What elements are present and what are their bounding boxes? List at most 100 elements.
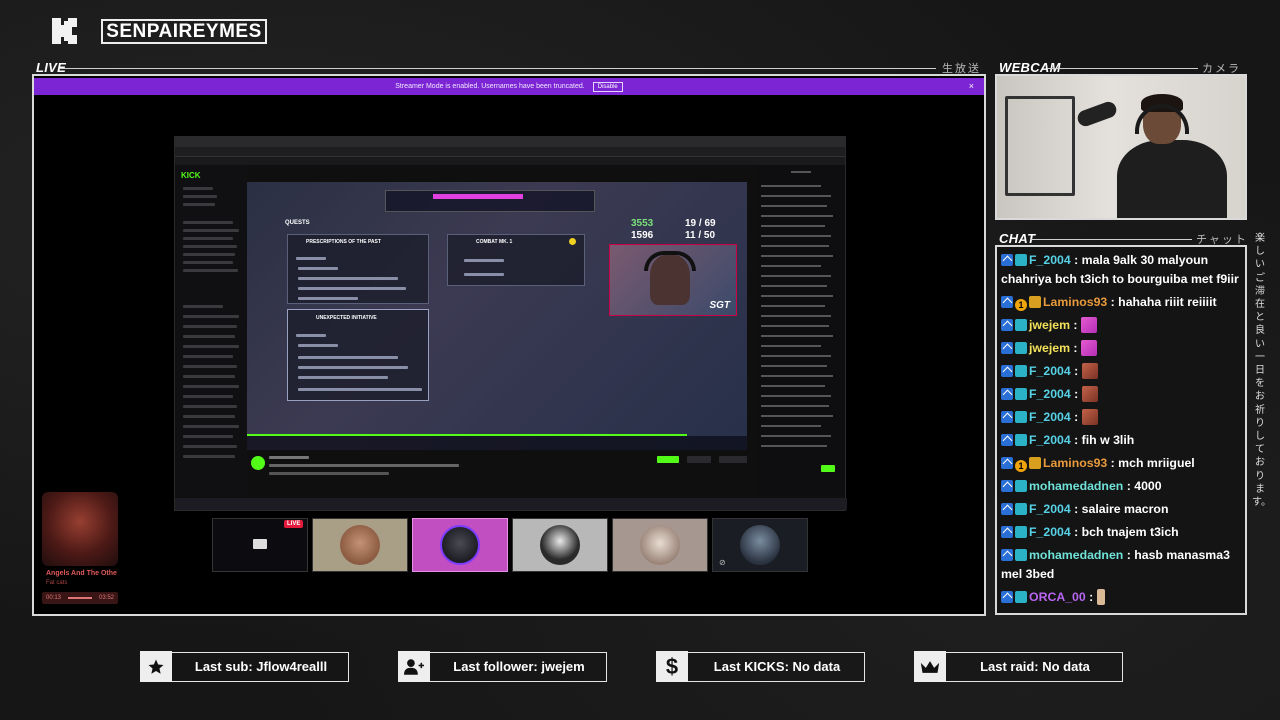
chat-text: : hahaha riiit reiiiit bbox=[1107, 295, 1217, 309]
chat-username[interactable]: F_2004 bbox=[1029, 387, 1071, 401]
album-art bbox=[42, 492, 118, 566]
chat-username[interactable]: F_2004 bbox=[1029, 364, 1071, 378]
kick-badge-icon bbox=[1001, 388, 1013, 400]
chat-message: ORCA_00 : bbox=[1001, 588, 1245, 607]
chat-message: jwejem : bbox=[1001, 316, 1245, 335]
gift-badge-icon bbox=[1015, 254, 1027, 266]
now-playing-title: Angels And The Othe bbox=[46, 570, 117, 577]
kick-video-player[interactable]: QUESTS PRESCRIPTIONS OF THE PAST UNEXPEC… bbox=[247, 182, 747, 450]
chat-username[interactable]: jwejem bbox=[1029, 318, 1070, 332]
kick-badge-icon bbox=[1001, 480, 1013, 492]
chat-text: : salaire macron bbox=[1070, 502, 1169, 516]
kick-badge-icon bbox=[1001, 254, 1013, 266]
live-divider bbox=[60, 68, 936, 69]
side-vertical-text: 楽しいご滞在と良い一日をお祈りしております。 bbox=[1252, 233, 1271, 509]
kick-badge-icon bbox=[1001, 549, 1013, 561]
chat-emote-icon bbox=[1081, 386, 1098, 402]
tier-badge: 1 bbox=[1015, 299, 1027, 311]
kick-badge-icon bbox=[1001, 365, 1013, 377]
last-follower-box: Last follower: jwejem bbox=[398, 651, 607, 682]
kick-stream-info bbox=[247, 452, 757, 492]
chat-emote-icon bbox=[1081, 409, 1098, 425]
streamer-mode-text: Streamer Mode is enabled. Usernames have… bbox=[395, 83, 585, 90]
kick-sidebar: KICK bbox=[175, 165, 247, 495]
chat-username[interactable]: ORCA_00 bbox=[1029, 590, 1086, 604]
last-sub-box: Last sub: Jflow4realll bbox=[140, 651, 349, 682]
kick-badge-icon bbox=[1001, 503, 1013, 515]
chat-emote-icon bbox=[1081, 363, 1098, 379]
gift-badge-icon bbox=[1015, 591, 1027, 603]
quest-card-2: UNEXPECTED INITIATIVE bbox=[287, 309, 429, 401]
tier-badge: 1 bbox=[1015, 460, 1027, 472]
cam-tag: SGT bbox=[709, 300, 730, 311]
chat-message: 1 Laminos93 : mch mriiguel bbox=[1001, 454, 1245, 473]
gift-badge-icon bbox=[1015, 342, 1027, 354]
gift-badge-icon bbox=[1015, 503, 1027, 515]
channel-name: SENPAIREYMES bbox=[101, 19, 267, 44]
kick-badge-icon bbox=[1001, 296, 1013, 308]
call-tile-user-2 bbox=[412, 518, 508, 572]
windows-taskbar bbox=[175, 498, 847, 510]
kick-badge-icon bbox=[1001, 319, 1013, 331]
streamer-cam-inset: SGT bbox=[609, 244, 737, 316]
chat-message: jwejem : bbox=[1001, 339, 1245, 358]
chat-emote-icon bbox=[1096, 589, 1105, 605]
chat-username[interactable]: Laminos93 bbox=[1043, 456, 1107, 470]
last-kicks-box: $ Last KICKS: No data bbox=[656, 651, 865, 682]
chat-username[interactable]: F_2004 bbox=[1029, 410, 1071, 424]
chat-message: F_2004 : bbox=[1001, 408, 1245, 427]
last-raid-text: Last raid: No data bbox=[980, 659, 1090, 674]
webcam-person bbox=[1117, 94, 1227, 218]
gift-badge-icon bbox=[1015, 411, 1027, 423]
chat-text: : bbox=[1070, 364, 1082, 378]
gift-badge-icon bbox=[1015, 388, 1027, 400]
crown-badge-icon bbox=[1029, 296, 1041, 308]
chat-username[interactable]: Laminos93 bbox=[1043, 295, 1107, 309]
chat-divider bbox=[1030, 239, 1192, 240]
call-tile-user-1 bbox=[312, 518, 408, 572]
score-secondary: 1596 bbox=[631, 230, 654, 241]
quest-card-1: PRESCRIPTIONS OF THE PAST bbox=[287, 234, 429, 304]
chat-text: : bbox=[1070, 410, 1082, 424]
add-user-icon bbox=[398, 651, 430, 682]
chat-text: : bbox=[1085, 590, 1097, 604]
kick-chat-sidebar bbox=[757, 165, 845, 495]
kick-badge-icon bbox=[1001, 411, 1013, 423]
quests-label: QUESTS bbox=[285, 220, 310, 226]
chat-message: mohamedadnen : 4000 bbox=[1001, 477, 1245, 496]
now-playing-elapsed: 00:13 bbox=[46, 595, 62, 601]
kick-sidebar-logo: KICK bbox=[181, 171, 201, 180]
quest-card-3: COMBAT MK. 1 bbox=[447, 234, 585, 286]
round-primary: 19 / 69 bbox=[685, 218, 716, 229]
chat-message: mohamedadnen : hasb manasma3 mel 3bed bbox=[1001, 546, 1245, 584]
chat-message: F_2004 : fih w 3lih bbox=[1001, 431, 1245, 450]
kick-badge-icon bbox=[1001, 591, 1013, 603]
gift-badge-icon bbox=[1015, 549, 1027, 561]
chat-message: F_2004 : bbox=[1001, 385, 1245, 404]
chat-text: : 4000 bbox=[1123, 479, 1162, 493]
browser-tab-bar bbox=[175, 137, 845, 147]
chat-message: F_2004 : bbox=[1001, 362, 1245, 381]
round-secondary: 11 / 50 bbox=[685, 230, 716, 241]
chat-text: : bbox=[1070, 341, 1081, 355]
live-badge: LIVE bbox=[284, 520, 304, 528]
browser-bookmarks-bar bbox=[175, 157, 845, 165]
close-icon[interactable]: × bbox=[969, 81, 974, 91]
kick-logo-icon bbox=[52, 18, 77, 44]
chat-username[interactable]: F_2004 bbox=[1029, 502, 1071, 516]
disable-streamer-mode-button[interactable]: Disable bbox=[592, 81, 623, 92]
chat-emote-icon bbox=[1080, 340, 1097, 356]
now-playing-total: 03:52 bbox=[98, 595, 114, 601]
chat-username[interactable]: jwejem bbox=[1029, 341, 1070, 355]
chat-username[interactable]: mohamedadnen bbox=[1029, 548, 1123, 562]
chat-username[interactable]: F_2004 bbox=[1029, 433, 1071, 447]
star-icon bbox=[140, 651, 172, 682]
chat-emote-icon bbox=[1080, 317, 1097, 333]
chat-username[interactable]: F_2004 bbox=[1029, 525, 1071, 539]
crown-icon bbox=[914, 651, 946, 682]
gift-badge-icon bbox=[1015, 434, 1027, 446]
chat-username[interactable]: F_2004 bbox=[1029, 253, 1071, 267]
live-stream-frame: Streamer Mode is enabled. Usernames have… bbox=[32, 74, 986, 616]
gift-badge-icon bbox=[1015, 319, 1027, 331]
chat-username[interactable]: mohamedadnen bbox=[1029, 479, 1123, 493]
